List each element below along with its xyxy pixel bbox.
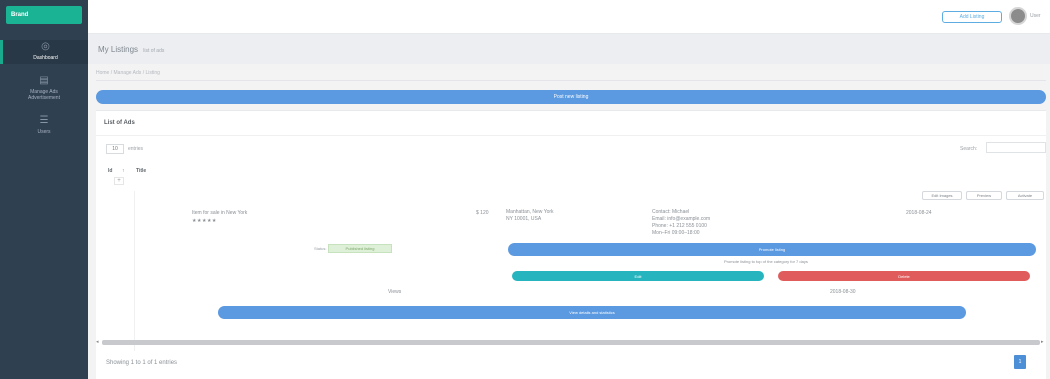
- brand-logo[interactable]: Brand: [6, 6, 82, 24]
- entries-label: entries: [128, 146, 144, 152]
- scroll-right-icon[interactable]: ▸: [1041, 339, 1044, 345]
- search-label: Search:: [960, 146, 978, 152]
- avatar[interactable]: [1009, 7, 1027, 25]
- pagination-page-1[interactable]: 1: [1014, 355, 1026, 369]
- promote-button[interactable]: Promote listing: [508, 243, 1036, 256]
- activate-button[interactable]: Activate: [1006, 191, 1044, 200]
- ads-icon: ▤: [39, 75, 49, 86]
- sidebar: Brand ◎ Dashboard ▤ Manage Ads Advertise…: [0, 0, 88, 379]
- page-title: My Listings list of ads: [98, 45, 164, 54]
- listing-location-2: NY 10001, USA: [506, 216, 542, 222]
- post-listing-button[interactable]: Post new listing: [96, 90, 1046, 104]
- top-navbar: Add Listing User: [88, 0, 1050, 34]
- edit-button[interactable]: Edit: [512, 271, 764, 281]
- sort-icon[interactable]: ↑: [122, 168, 125, 174]
- row-expand-toggle[interactable]: +: [114, 177, 124, 185]
- listing-date: 2018-08-24: [906, 210, 932, 216]
- sidebar-item-label: Dashboard: [33, 55, 58, 61]
- listing-price: $ 120: [476, 210, 489, 216]
- contact-line: Phone: +1 212 555 0100: [652, 223, 707, 229]
- views-label: Views: [388, 289, 402, 295]
- status-label: Status:: [314, 246, 327, 251]
- page-subtitle: list of ads: [143, 48, 165, 54]
- sidebar-item-manage-ads[interactable]: ▤ Manage Ads Advertisement: [0, 76, 88, 104]
- sidebar-item-sublabel: Advertisement: [28, 95, 60, 101]
- rating-stars: ★★★★★: [192, 218, 217, 224]
- scroll-left-icon[interactable]: ◂: [96, 339, 99, 345]
- sidebar-item-dashboard[interactable]: ◎ Dashboard: [0, 40, 88, 64]
- contact-line: Email: info@example.com: [652, 216, 711, 222]
- delete-button[interactable]: Delete: [778, 271, 1030, 281]
- column-header-title[interactable]: Title: [136, 168, 146, 174]
- view-details-button[interactable]: View details and statistics: [218, 306, 966, 319]
- contact-line: Mon–Fri 09:00–18:00: [652, 230, 700, 236]
- edit-images-button[interactable]: Edit Images: [922, 191, 962, 200]
- listing-title[interactable]: Item for sale in New York: [192, 210, 247, 217]
- listing-location: Manhattan, New York: [506, 209, 554, 215]
- views-date: 2018-08-30: [830, 289, 856, 295]
- column-header-id[interactable]: Id: [108, 168, 112, 174]
- preview-button[interactable]: Preview: [966, 191, 1002, 200]
- contact-line: Contact: Michael: [652, 209, 690, 215]
- dashboard-icon: ◎: [41, 41, 50, 52]
- user-menu[interactable]: User: [1030, 13, 1041, 19]
- add-listing-button[interactable]: Add Listing: [942, 11, 1002, 23]
- panel-title: List of Ads: [104, 120, 135, 126]
- table-info: Showing 1 to 1 of 1 entries: [106, 360, 178, 366]
- ads-table-panel: List of Ads 10 entries Search: Id ↑ Titl…: [96, 110, 1046, 379]
- sidebar-item-users[interactable]: ☰ Users: [0, 116, 88, 138]
- page-title-text: My Listings: [98, 45, 139, 54]
- entries-length-select[interactable]: 10: [106, 144, 124, 154]
- horizontal-scrollbar[interactable]: [102, 340, 1040, 345]
- search-input[interactable]: [986, 142, 1046, 153]
- page-heading: My Listings list of ads: [88, 34, 1050, 64]
- divider: [96, 135, 1046, 136]
- status-badge: Published listing: [328, 244, 392, 253]
- sidebar-item-label: Users: [37, 129, 51, 135]
- breadcrumb[interactable]: Home / Manage Ads / Listing: [96, 70, 160, 76]
- divider: [96, 80, 1046, 81]
- promote-note: Promote listing to top of the category f…: [724, 259, 808, 264]
- users-icon: ☰: [39, 115, 49, 126]
